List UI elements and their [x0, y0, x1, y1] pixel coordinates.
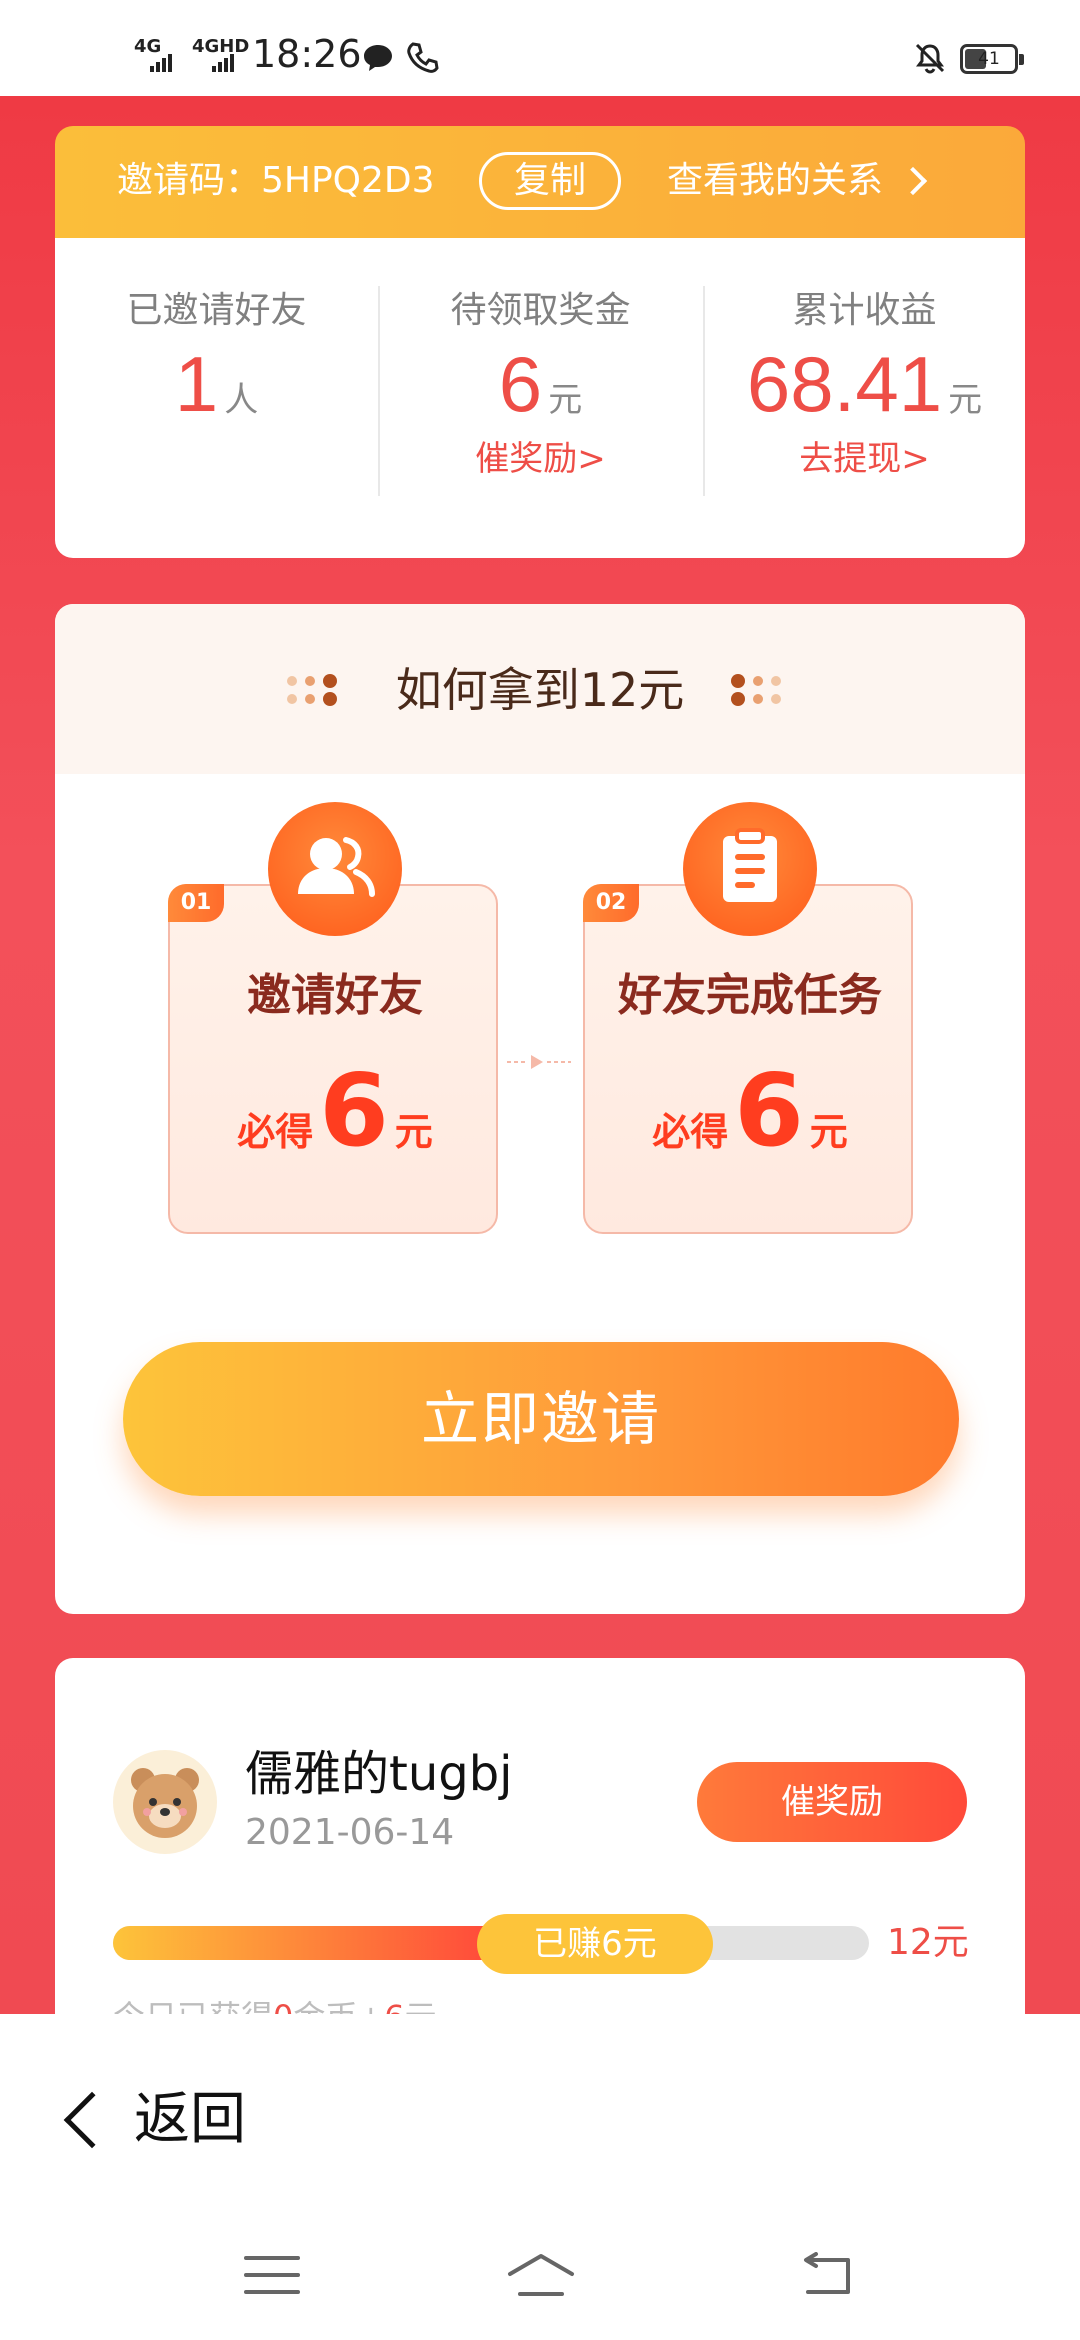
users-icon — [268, 802, 402, 936]
step-badge: 01 — [168, 884, 224, 922]
back-nav-icon[interactable] — [796, 2252, 856, 2298]
reward-unit: 元 — [809, 1110, 848, 1154]
step-badge: 02 — [583, 884, 639, 922]
phone-icon — [407, 42, 439, 73]
view-relations-label: 查看我的关系 — [667, 160, 884, 201]
menu-icon[interactable] — [242, 2252, 302, 2298]
status-bar: 4G 4GHD 18:26 41 — [0, 0, 1080, 96]
stat-label: 累计收益 — [792, 290, 937, 331]
step-reward: 必得6 元 — [585, 1056, 915, 1166]
how-title: 如何拿到12元 — [395, 663, 685, 717]
chat-icon — [364, 45, 392, 71]
signal-icon-2 — [212, 52, 234, 72]
stat-unit: 元 — [948, 380, 983, 420]
step-invite-friends: 01 邀请好友 必得6 元 — [168, 802, 500, 1234]
step-title: 邀请好友 — [247, 970, 423, 1021]
stat-value: 1人 — [55, 344, 378, 424]
footnote-number: 6 — [384, 1998, 404, 2014]
progress-total: 12元 — [887, 1922, 969, 1963]
withdraw-link[interactable]: 去提现> — [703, 436, 1026, 482]
home-icon[interactable] — [506, 2252, 576, 2298]
reward-prefix: 必得 — [237, 1110, 314, 1154]
signal-icon — [150, 52, 172, 72]
battery-icon: 41 — [960, 44, 1024, 74]
invite-code: 邀请码：5HPQ2D3 — [117, 160, 435, 201]
invite-now-button[interactable]: 立即邀请 — [123, 1342, 959, 1496]
mute-bell-icon — [915, 43, 945, 74]
step-title: 好友完成任务 — [618, 970, 882, 1021]
stat-value: 68.41 元 — [703, 344, 1026, 424]
footnote-number: 0 — [273, 1998, 293, 2014]
friend-progress-card: 儒雅的tugbj 2021-06-14 催奖励 已赚6元 12元 今日已获得0金… — [55, 1658, 1025, 2058]
back-button[interactable]: 返回 — [58, 2080, 246, 2160]
stat-number: 1 — [174, 340, 219, 428]
stats-card: 已邀请好友 1人 待领取奖金 6元 催奖励> 累计收益 68.41 元 去提现> — [55, 238, 1025, 558]
stat-pending-bonus: 待领取奖金 6元 催奖励> — [379, 286, 702, 482]
clipboard-icon — [683, 802, 817, 936]
friend-name: 儒雅的tugbj — [245, 1746, 513, 1802]
footnote-text: 今日已获得 — [113, 1998, 273, 2014]
stat-total-earnings: 累计收益 68.41 元 去提现> — [703, 286, 1026, 482]
bear-avatar-icon — [131, 1768, 199, 1838]
how-to-earn-card: 如何拿到12元 01 邀请好友 必得6 元 02 好友完成任务 必得6 元 立即… — [55, 604, 1025, 1614]
progress-fill — [113, 1926, 491, 1960]
stat-label: 已邀请好友 — [126, 290, 307, 331]
stat-label: 待领取奖金 — [450, 290, 631, 331]
reward-amount: 6 — [319, 1052, 389, 1169]
chevron-left-icon — [63, 2091, 121, 2149]
stat-unit: 元 — [548, 380, 583, 420]
avatar — [113, 1750, 217, 1854]
reward-prefix: 必得 — [652, 1110, 729, 1154]
copy-button[interactable]: 复制 — [479, 152, 621, 210]
back-label: 返回 — [134, 2087, 246, 2152]
friend-footnote: 今日已获得0金币+6元 — [113, 1992, 437, 2014]
step-reward: 必得6 元 — [170, 1056, 500, 1166]
stat-invited-friends: 已邀请好友 1人 — [55, 286, 378, 424]
clock: 18:26 — [252, 32, 362, 76]
battery-level: 41 — [978, 49, 1000, 69]
bottom-bar: 返回 — [0, 2014, 1080, 2340]
stat-value: 6元 — [379, 344, 702, 424]
earned-badge: 已赚6元 — [477, 1914, 713, 1974]
chevron-right-icon — [898, 166, 928, 196]
urge-reward-button[interactable]: 催奖励 — [697, 1762, 967, 1842]
footnote-text: 元 — [405, 1998, 437, 2014]
footnote-text: 金币+ — [293, 1998, 384, 2014]
reward-amount: 6 — [734, 1052, 804, 1169]
stat-unit: 人 — [224, 380, 259, 420]
friend-date: 2021-06-14 — [245, 1812, 455, 1853]
stat-number: 6 — [498, 340, 543, 428]
view-relations-link[interactable]: 查看我的关系 — [667, 156, 928, 206]
step-friend-complete-task: 02 好友完成任务 必得6 元 — [583, 802, 915, 1234]
reward-unit: 元 — [394, 1110, 433, 1154]
how-header: 如何拿到12元 — [55, 604, 1025, 774]
urge-reward-link[interactable]: 催奖励> — [379, 436, 702, 482]
dots-decoration-right — [731, 672, 795, 708]
arrow-right-icon — [507, 1055, 571, 1069]
invite-code-bar: 邀请码：5HPQ2D3 复制 查看我的关系 — [55, 126, 1025, 238]
stat-number: 68.41 — [746, 340, 943, 428]
